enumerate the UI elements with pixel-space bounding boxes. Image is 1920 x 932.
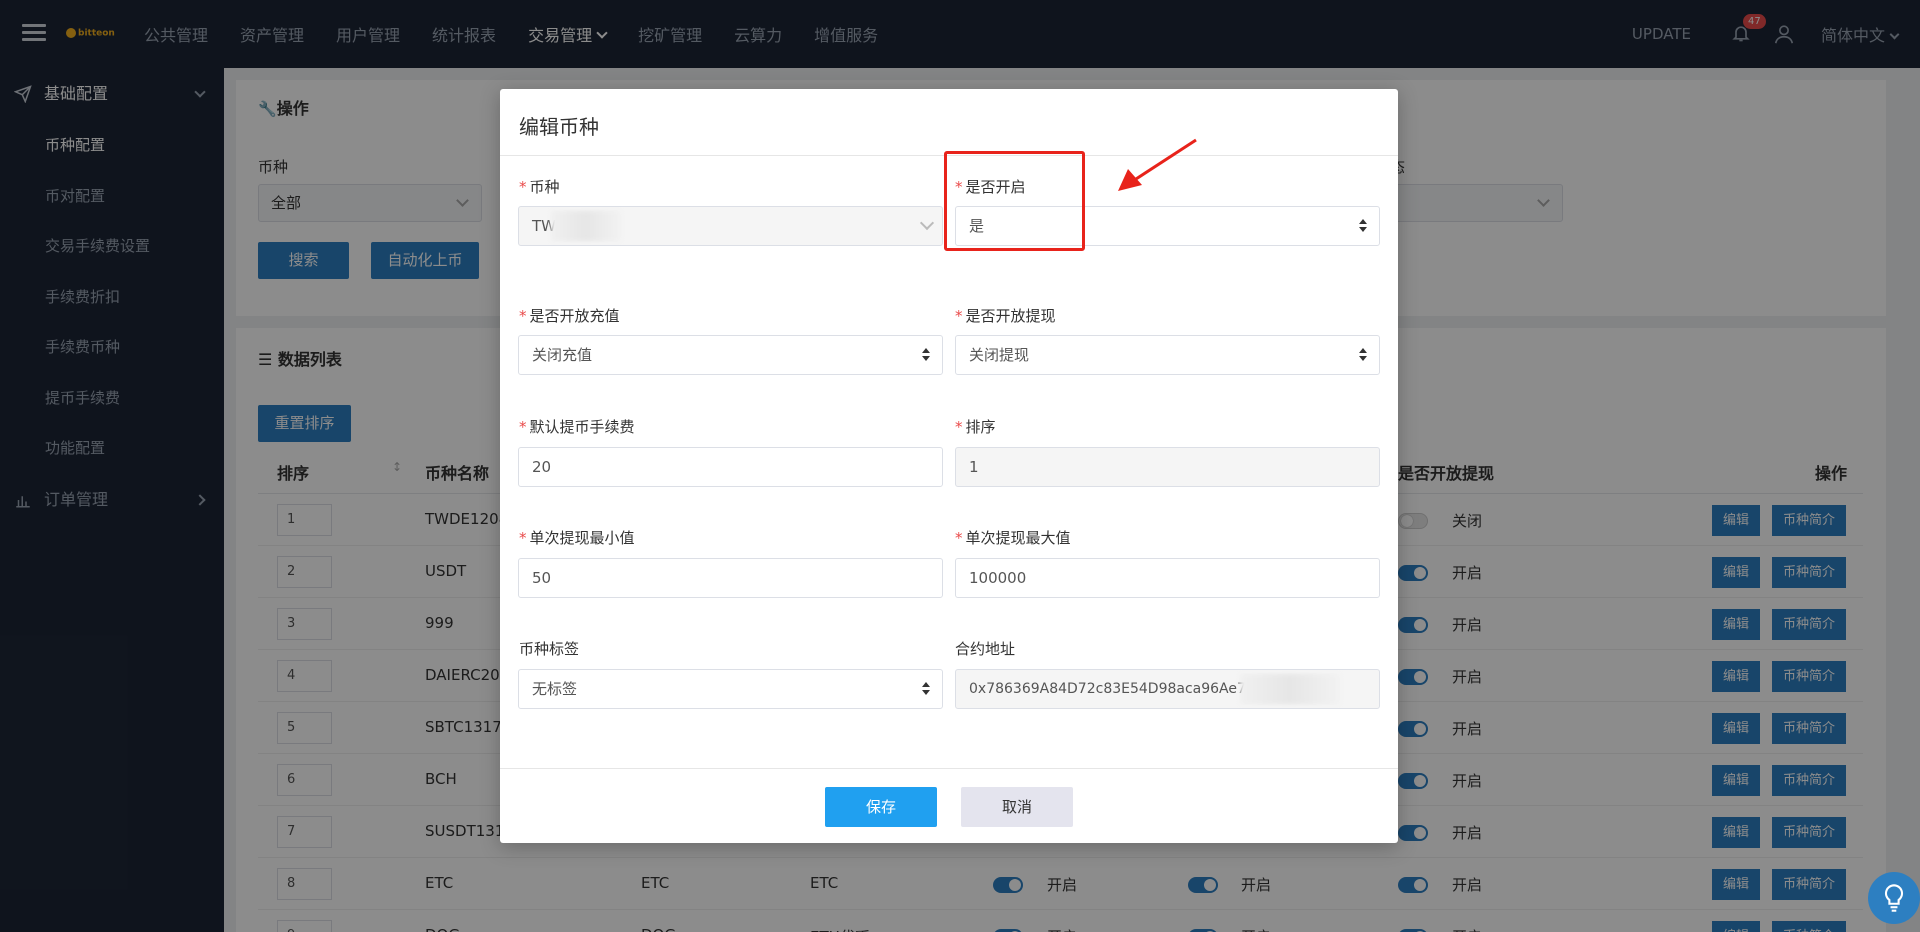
withdraw-select[interactable]: 关闭提现 [955,335,1380,375]
save-button[interactable]: 保存 [825,787,937,827]
tag-select-value: 无标签 [532,680,578,698]
lightbulb-icon [1885,884,1903,912]
sort-input[interactable]: 1 [955,447,1380,487]
help-fab[interactable] [1868,872,1920,924]
deposit-label: * 是否开放充值 [519,305,620,326]
required-mark: * [519,529,527,547]
required-mark: * [955,529,963,547]
redacted-coin [551,211,621,241]
coin-label: * 币种 [519,176,560,197]
required-mark: * [955,307,963,325]
required-mark: * [955,418,963,436]
fee-input[interactable]: 20 [518,447,943,487]
min-withdraw-label: * 单次提现最小值 [519,527,635,548]
chevron-down-icon [919,215,935,231]
tag-select[interactable]: 无标签 [518,669,943,709]
sort-label: * 排序 [955,416,996,437]
required-mark: * [519,418,527,436]
coin-label-text: 币种 [529,178,560,196]
select-arrows-icon [922,348,930,362]
withdraw-label: * 是否开放提现 [955,305,1056,326]
annotation-highlight-box [944,151,1085,251]
modal-title: 编辑币种 [519,115,599,139]
annotation-arrow-icon [1118,138,1197,191]
fee-label: * 默认提币手续费 [519,416,635,437]
tag-label: 币种标签 [519,640,580,658]
max-withdraw-label-text: 单次提现最大值 [965,529,1071,547]
contract-label: 合约地址 [955,640,1016,658]
max-withdraw-label: * 单次提现最大值 [955,527,1071,548]
deposit-select-value: 关闭充值 [532,346,593,364]
cancel-button[interactable]: 取消 [961,787,1073,827]
contract-input[interactable]: 0x786369A84D72c83E54D98aca96Ae7 [955,669,1380,709]
deposit-select[interactable]: 关闭充值 [518,335,943,375]
fee-label-text: 默认提币手续费 [529,418,635,436]
contract-value: 0x786369A84D72c83E54D98aca96Ae7 [969,681,1246,697]
required-mark: * [519,178,527,196]
deposit-label-text: 是否开放充值 [529,307,620,325]
required-mark: * [519,307,527,325]
max-withdraw-input[interactable]: 100000 [955,558,1380,598]
select-arrows-icon [922,682,930,696]
modal-footer-divider [500,768,1398,769]
select-arrows-icon [1359,348,1367,362]
coin-select[interactable]: TW [518,206,943,246]
sort-label-text: 排序 [965,418,996,436]
withdraw-label-text: 是否开放提现 [965,307,1056,325]
min-withdraw-label-text: 单次提现最小值 [529,529,635,547]
min-withdraw-input[interactable]: 50 [518,558,943,598]
redacted-contract [1240,674,1340,704]
withdraw-select-value: 关闭提现 [969,346,1030,364]
select-arrows-icon [1359,219,1367,233]
